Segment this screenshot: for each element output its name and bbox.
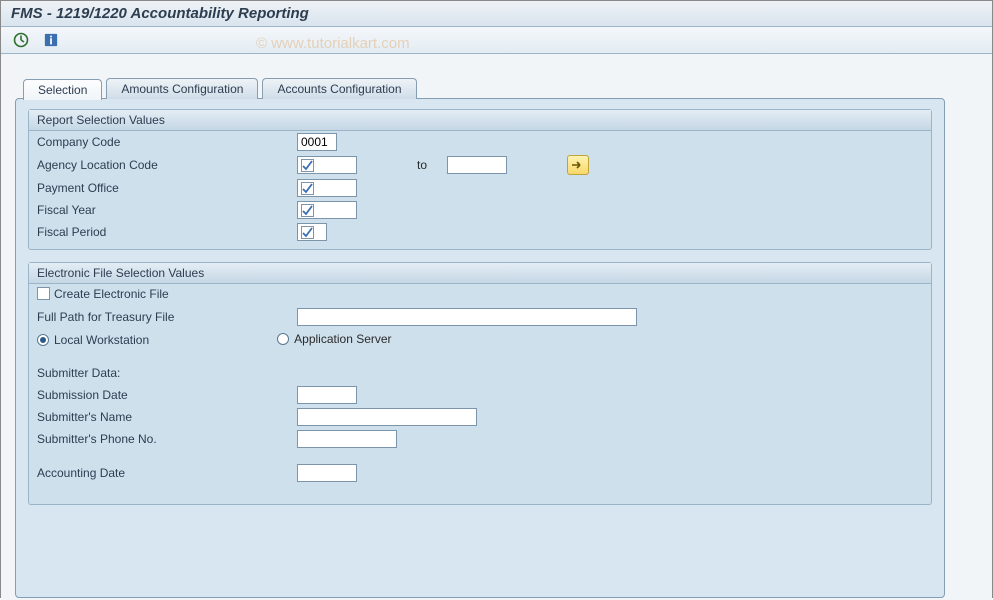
create-electronic-file-checkbox[interactable] [37, 287, 50, 300]
payment-office-label: Payment Office [37, 181, 257, 195]
submitter-phone-label: Submitter's Phone No. [37, 432, 257, 446]
submitter-data-header: Submitter Data: [37, 366, 257, 380]
tab-amounts-configuration[interactable]: Amounts Configuration [106, 78, 258, 99]
agency-location-from-input[interactable] [297, 156, 357, 174]
payment-office-input[interactable] [297, 179, 357, 197]
multiple-selection-button[interactable] [567, 155, 589, 175]
create-electronic-file-label: Create Electronic File [54, 287, 169, 301]
arrow-right-icon [571, 160, 585, 170]
info-icon[interactable] [39, 30, 63, 50]
tab-strip: Selection Amounts Configuration Accounts… [15, 78, 982, 99]
application-server-radio[interactable] [277, 333, 289, 345]
submitter-name-input[interactable] [297, 408, 477, 426]
tab-selection[interactable]: Selection [23, 79, 102, 100]
submission-date-label: Submission Date [37, 388, 257, 402]
agency-location-to-label: to [417, 158, 427, 172]
agency-location-label: Agency Location Code [37, 158, 257, 172]
submitter-phone-input[interactable] [297, 430, 397, 448]
checked-icon [301, 159, 314, 172]
group-electronic-file: Electronic File Selection Values Create … [28, 262, 932, 505]
application-server-radio-wrapper[interactable]: Application Server [277, 332, 391, 346]
full-path-input[interactable] [297, 308, 637, 326]
fiscal-period-label: Fiscal Period [37, 225, 257, 239]
accounting-date-input[interactable] [297, 464, 357, 482]
fiscal-year-input[interactable] [297, 201, 357, 219]
client-area: Selection Amounts Configuration Accounts… [1, 54, 992, 600]
submitter-name-label: Submitter's Name [37, 410, 257, 424]
local-workstation-radio[interactable] [37, 334, 49, 346]
create-file-checkbox-wrapper: Create Electronic File [37, 287, 169, 304]
full-path-label: Full Path for Treasury File [37, 310, 257, 324]
company-code-label: Company Code [37, 135, 257, 149]
fiscal-period-input[interactable] [297, 223, 327, 241]
submission-date-input[interactable] [297, 386, 357, 404]
local-workstation-label: Local Workstation [54, 333, 149, 347]
tab-panel: Report Selection Values Company Code Age… [15, 98, 945, 598]
application-server-label: Application Server [294, 332, 391, 346]
toolbar [1, 27, 992, 54]
fiscal-year-label: Fiscal Year [37, 203, 257, 217]
window-title: FMS - 1219/1220 Accountability Reporting [11, 5, 309, 22]
checked-icon [301, 182, 314, 195]
agency-location-to-input[interactable] [447, 156, 507, 174]
company-code-input[interactable] [297, 133, 337, 151]
window-title-bar: FMS - 1219/1220 Accountability Reporting [1, 1, 992, 27]
checked-icon [301, 226, 314, 239]
accounting-date-label: Accounting Date [37, 466, 257, 480]
group-electronic-file-title: Electronic File Selection Values [29, 263, 931, 284]
execute-icon[interactable] [9, 30, 33, 50]
group-report-selection: Report Selection Values Company Code Age… [28, 109, 932, 250]
local-workstation-radio-wrapper[interactable]: Local Workstation [37, 333, 149, 347]
tab-accounts-configuration[interactable]: Accounts Configuration [262, 78, 416, 99]
group-report-selection-title: Report Selection Values [29, 110, 931, 131]
checked-icon [301, 204, 314, 217]
